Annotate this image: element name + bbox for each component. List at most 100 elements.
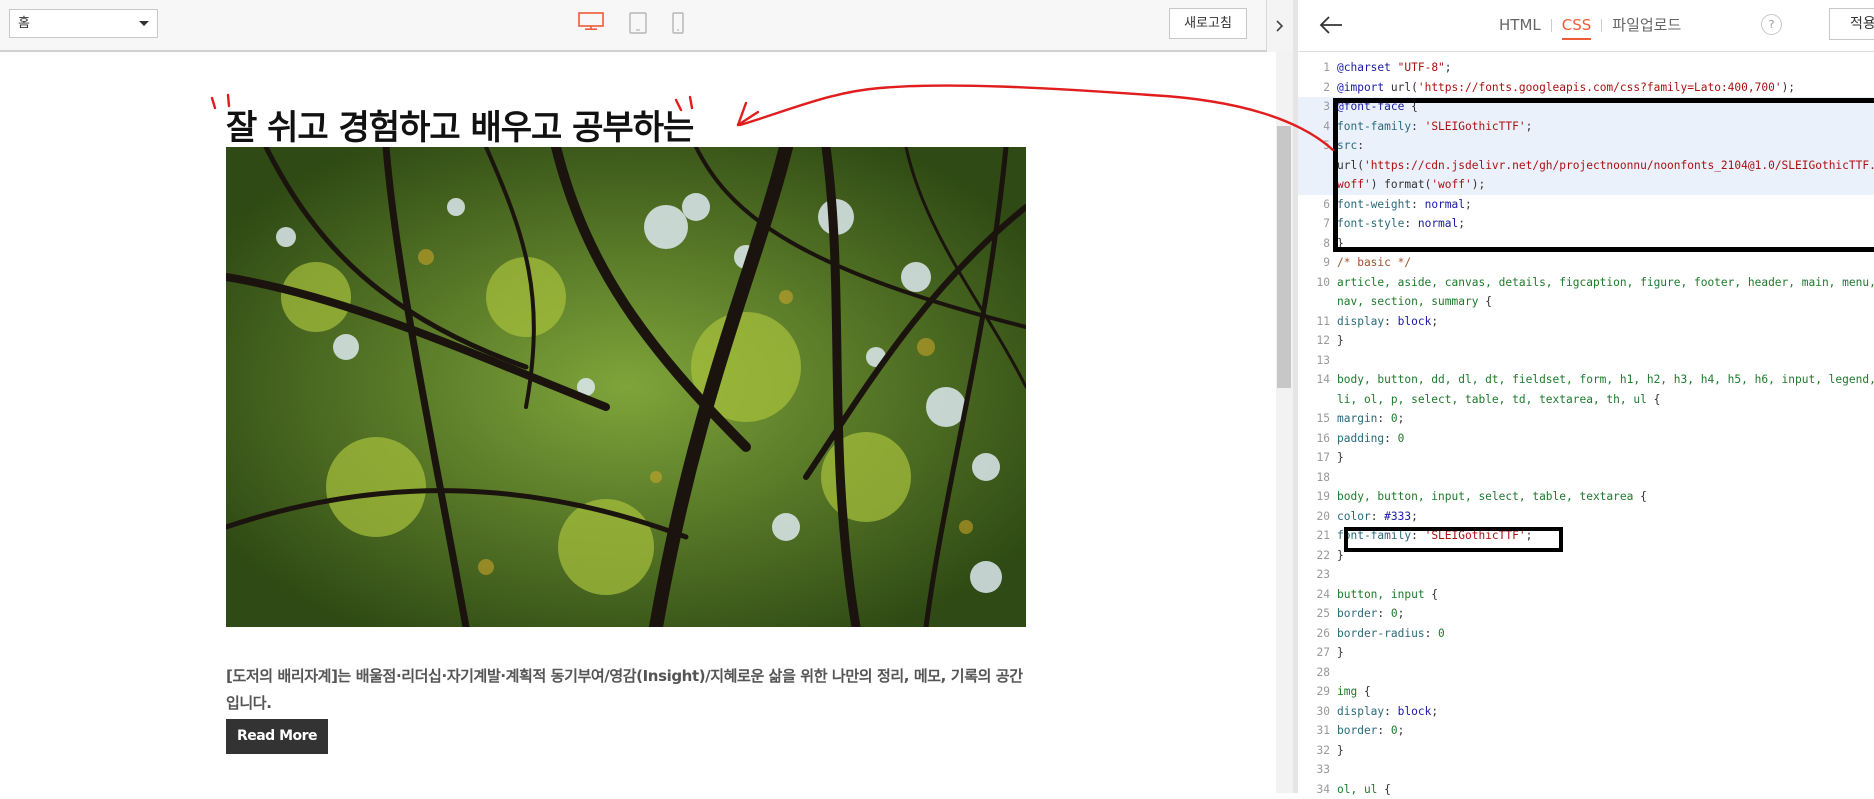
desktop-icon[interactable] (578, 12, 604, 30)
line-number: 19 (1298, 487, 1330, 507)
code-text: @charset "UTF-8"; (1337, 58, 1452, 78)
line-number: 2 (1298, 78, 1330, 98)
code-line[interactable]: 28 (1298, 663, 1874, 683)
mobile-icon[interactable] (672, 12, 684, 34)
line-number: 11 (1298, 312, 1330, 332)
font-face-highlight-box (1333, 98, 1874, 252)
tab-html[interactable]: HTML (1499, 16, 1541, 34)
line-number: 18 (1298, 468, 1330, 488)
code-text: li, ol, p, select, table, td, textarea, … (1337, 390, 1660, 410)
line-number: 27 (1298, 643, 1330, 663)
editor-tabs: HTML CSS 파일업로드 (1499, 14, 1681, 35)
code-line[interactable]: 23 (1298, 565, 1874, 585)
code-text: button, input { (1337, 585, 1438, 605)
refresh-button[interactable]: 새로고침 (1169, 8, 1247, 39)
code-line[interactable]: 33 (1298, 760, 1874, 780)
chevron-down-icon (139, 21, 149, 26)
line-number: 23 (1298, 565, 1330, 585)
code-text: margin: 0; (1337, 409, 1404, 429)
line-number: 31 (1298, 721, 1330, 741)
code-text: border: 0; (1337, 721, 1404, 741)
editor-header: HTML CSS 파일업로드 ? 적용 (1298, 0, 1874, 52)
code-line[interactable]: 15 margin: 0; (1298, 409, 1874, 429)
code-line[interactable]: 26 border-radius: 0 (1298, 624, 1874, 644)
tab-separator (1551, 19, 1552, 32)
code-text: } (1337, 643, 1344, 663)
line-number: 21 (1298, 526, 1330, 546)
line-number: 29 (1298, 682, 1330, 702)
code-text: } (1337, 448, 1344, 468)
line-number: 7 (1298, 214, 1330, 234)
tab-file-upload[interactable]: 파일업로드 (1612, 14, 1681, 35)
code-line[interactable]: 13 (1298, 351, 1874, 371)
tablet-icon[interactable] (629, 12, 647, 34)
line-number: 25 (1298, 604, 1330, 624)
code-line[interactable]: 10article, aside, canvas, details, figca… (1298, 273, 1874, 293)
code-line[interactable]: 19 body, button, input, select, table, te… (1298, 487, 1874, 507)
collapse-button[interactable] (1266, 0, 1293, 52)
line-number: 24 (1298, 585, 1330, 605)
code-text: @import url('https://fonts.googleapis.co… (1337, 78, 1795, 98)
line-number: 4 (1298, 117, 1330, 137)
code-text: nav, section, summary { (1337, 292, 1492, 312)
apply-button[interactable]: 적용 (1829, 8, 1874, 40)
code-line[interactable]: 1 @charset "UTF-8"; (1298, 58, 1874, 78)
code-line[interactable]: 9 /* basic */ (1298, 253, 1874, 273)
code-line[interactable]: li, ol, p, select, table, td, textarea, … (1298, 390, 1874, 410)
code-text: padding: 0 (1337, 429, 1404, 449)
line-number: 16 (1298, 429, 1330, 449)
code-line[interactable]: 17} (1298, 448, 1874, 468)
read-more-button[interactable]: Read More (226, 719, 328, 754)
line-number: 22 (1298, 546, 1330, 566)
code-line[interactable]: 30 display: block; (1298, 702, 1874, 722)
code-line[interactable]: 29img { (1298, 682, 1874, 702)
code-text: border-radius: 0 (1337, 624, 1445, 644)
code-text: body, button, dd, dl, dt, fieldset, form… (1337, 370, 1874, 390)
code-line[interactable]: 18 (1298, 468, 1874, 488)
line-number: 17 (1298, 448, 1330, 468)
code-line[interactable]: 20 color: #333; (1298, 507, 1874, 527)
page-select-value: 홈 (18, 16, 30, 31)
page-select[interactable]: 홈 (9, 9, 158, 38)
code-line[interactable]: 16 padding: 0 (1298, 429, 1874, 449)
line-number: 8 (1298, 234, 1330, 254)
code-line[interactable]: 14 body, button, dd, dl, dt, fieldset, fo… (1298, 370, 1874, 390)
line-number: 33 (1298, 760, 1330, 780)
line-number: 1 (1298, 58, 1330, 78)
help-icon[interactable]: ? (1761, 14, 1782, 35)
tab-separator (1601, 19, 1602, 32)
tab-css[interactable]: CSS (1562, 16, 1592, 34)
code-line[interactable]: 12} (1298, 331, 1874, 351)
code-text: } (1337, 741, 1344, 761)
back-arrow-icon[interactable] (1318, 14, 1344, 36)
blog-description: [도저의 배리자계]는 배울점·리더십·자기계발·계획적 동기부여/영감(Ins… (226, 663, 1026, 717)
code-text: } (1337, 331, 1344, 351)
line-number: 12 (1298, 331, 1330, 351)
line-number: 13 (1298, 351, 1330, 371)
code-line[interactable]: 25 border: 0; (1298, 604, 1874, 624)
code-line[interactable]: 32} (1298, 741, 1874, 761)
line-number: 9 (1298, 253, 1330, 273)
line-number: 5 (1298, 136, 1330, 156)
code-line[interactable]: 2 @import url('https://fonts.googleapis.c… (1298, 78, 1874, 98)
page-title: 잘 쉬고 경험하고 배우고 공부하는 (226, 100, 693, 149)
preview-toolbar: 홈 새로고침 (0, 0, 1293, 52)
hero-image (226, 147, 1026, 627)
code-line[interactable]: 11 display: block; (1298, 312, 1874, 332)
line-number: 3 (1298, 97, 1330, 117)
line-number: 28 (1298, 663, 1330, 683)
code-line[interactable]: 31 border: 0; (1298, 721, 1874, 741)
code-text: /* basic */ (1337, 253, 1411, 273)
code-line[interactable]: 27} (1298, 643, 1874, 663)
line-number: 14 (1298, 370, 1330, 390)
preview-scroll-thumb[interactable] (1277, 126, 1291, 388)
code-text: border: 0; (1337, 604, 1404, 624)
code-line[interactable]: 34ol, ul { (1298, 780, 1874, 799)
code-line[interactable]: 24 button, input { (1298, 585, 1874, 605)
code-line[interactable]: nav, section, summary { (1298, 292, 1874, 312)
line-number: 15 (1298, 409, 1330, 429)
chevron-right-icon (1275, 19, 1285, 33)
line-number: 30 (1298, 702, 1330, 722)
code-text: display: block; (1337, 702, 1438, 722)
code-text: body, button, input, select, table, text… (1337, 487, 1647, 507)
